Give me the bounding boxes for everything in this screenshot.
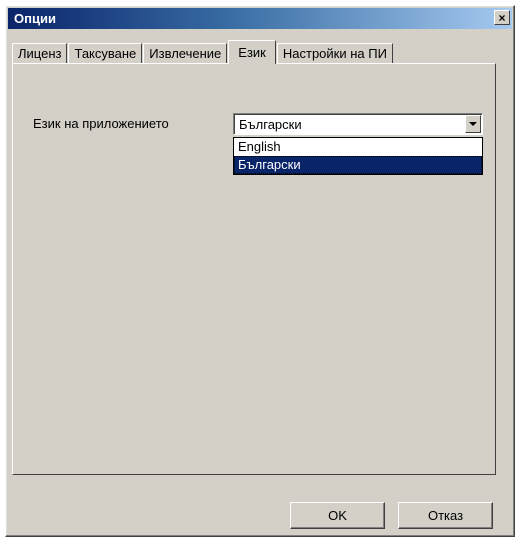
ok-button[interactable]: OK [290, 502, 385, 529]
cancel-button-label: Отказ [427, 508, 464, 523]
tab-label: Настройки на ПИ [282, 46, 387, 61]
title-bar[interactable]: Опции × [8, 8, 512, 29]
tab-language[interactable]: Език [228, 40, 276, 64]
close-icon: × [498, 10, 506, 25]
tab-billing[interactable]: Таксуване [68, 43, 143, 63]
language-dropdown-list: English Български [233, 137, 483, 175]
language-option-english[interactable]: English [234, 138, 482, 156]
window-title: Опции [14, 11, 56, 26]
tab-label: Извлечение [149, 46, 222, 61]
tab-label: Език [238, 45, 266, 60]
language-option-bulgarian[interactable]: Български [234, 156, 482, 174]
tab-strip: Лиценз Таксуване Извлечение Език Настрой… [12, 39, 394, 64]
tab-label: Таксуване [74, 46, 137, 61]
tab-panel-language [12, 63, 496, 475]
tab-license[interactable]: Лиценз [12, 43, 68, 63]
tab-pi-settings[interactable]: Настройки на ПИ [276, 43, 393, 63]
tab-extraction[interactable]: Извлечение [143, 43, 228, 63]
cancel-button[interactable]: Отказ [398, 502, 493, 529]
close-button[interactable]: × [494, 10, 510, 25]
ok-button-label: OK [328, 508, 347, 523]
tab-label: Лиценз [18, 46, 62, 61]
